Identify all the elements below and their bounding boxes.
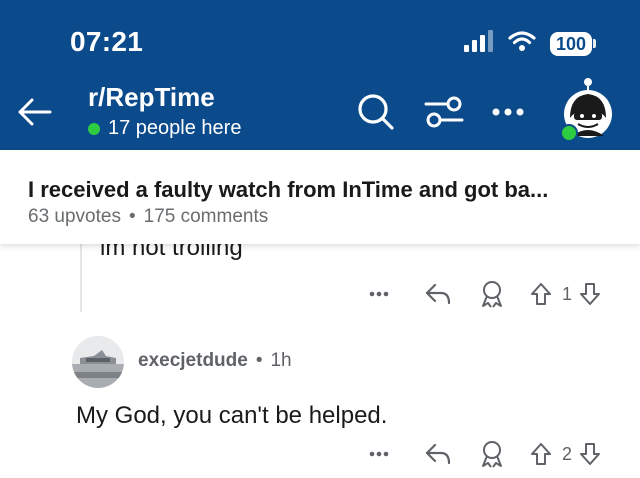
comment-more-button[interactable] [362, 291, 396, 297]
top-app-bar: 07:21 100 r/RepTime 17 people here [0, 0, 640, 150]
battery-level: 100 [549, 31, 592, 56]
award-button[interactable] [472, 440, 512, 468]
comment-more-button[interactable] [362, 451, 396, 457]
more-options-button[interactable] [488, 92, 528, 132]
thread-line[interactable] [80, 244, 82, 312]
upvote-icon [531, 283, 551, 305]
more-icon [369, 451, 389, 457]
comments-list: im not trolling 1 execjetdude • 1h My Go… [0, 244, 640, 478]
back-arrow-icon [18, 98, 52, 126]
reply-button[interactable] [412, 443, 464, 465]
battery-indicator: 100 [549, 31, 596, 56]
reply-button[interactable] [412, 283, 464, 305]
presence-indicator: 17 people here [88, 117, 241, 140]
vote-count: 2 [562, 443, 573, 464]
comment-body: My God, you can't be helped. [76, 402, 388, 429]
more-icon [492, 108, 524, 116]
downvote-icon [580, 283, 601, 305]
previous-comment-text: im not trolling [100, 244, 243, 261]
reply-icon [425, 443, 451, 465]
downvote-button[interactable] [576, 282, 604, 306]
avatar-online-dot [560, 124, 578, 142]
post-upvotes: 63 upvotes [28, 206, 121, 227]
post-title[interactable]: I received a faulty watch from InTime an… [28, 177, 618, 203]
post-header[interactable]: I received a faulty watch from InTime an… [0, 150, 640, 244]
status-icons: 100 [463, 30, 596, 57]
battery-tip [593, 39, 596, 48]
award-icon [482, 281, 502, 308]
status-time: 07:21 [70, 26, 144, 57]
downvote-button[interactable] [576, 442, 604, 466]
comment-author[interactable]: execjetdude [138, 350, 248, 372]
previous-comment-actions: 1 [362, 280, 604, 308]
author-separator: • [255, 350, 263, 371]
avatar-image-icon [72, 336, 124, 388]
search-icon [358, 94, 394, 130]
upvote-icon [531, 443, 551, 465]
reply-icon [425, 283, 451, 305]
upvote-button[interactable] [524, 282, 558, 306]
comment-actions: 2 [362, 440, 604, 468]
meta-separator: • [128, 206, 136, 227]
post-meta: 63 upvotes • 175 comments [28, 206, 268, 228]
comment-author-line: execjetdude • 1h [138, 350, 292, 372]
post-comment-count: 175 comments [143, 206, 269, 227]
filter-icon [424, 96, 464, 128]
search-button[interactable] [356, 92, 396, 132]
award-icon [482, 441, 502, 468]
upvote-button[interactable] [524, 442, 558, 466]
signal-icon [463, 30, 494, 57]
filter-button[interactable] [424, 92, 464, 132]
commenter-avatar[interactable] [72, 336, 124, 388]
back-button[interactable] [14, 92, 54, 132]
subreddit-name[interactable]: r/RepTime [88, 82, 215, 113]
online-dot [88, 122, 100, 135]
vote-count: 1 [562, 283, 573, 304]
wifi-icon [508, 30, 536, 57]
more-icon [369, 291, 389, 297]
downvote-icon [580, 443, 601, 465]
presence-text: 17 people here [108, 117, 242, 139]
comment-age: 1h [270, 350, 292, 371]
award-button[interactable] [472, 280, 512, 308]
